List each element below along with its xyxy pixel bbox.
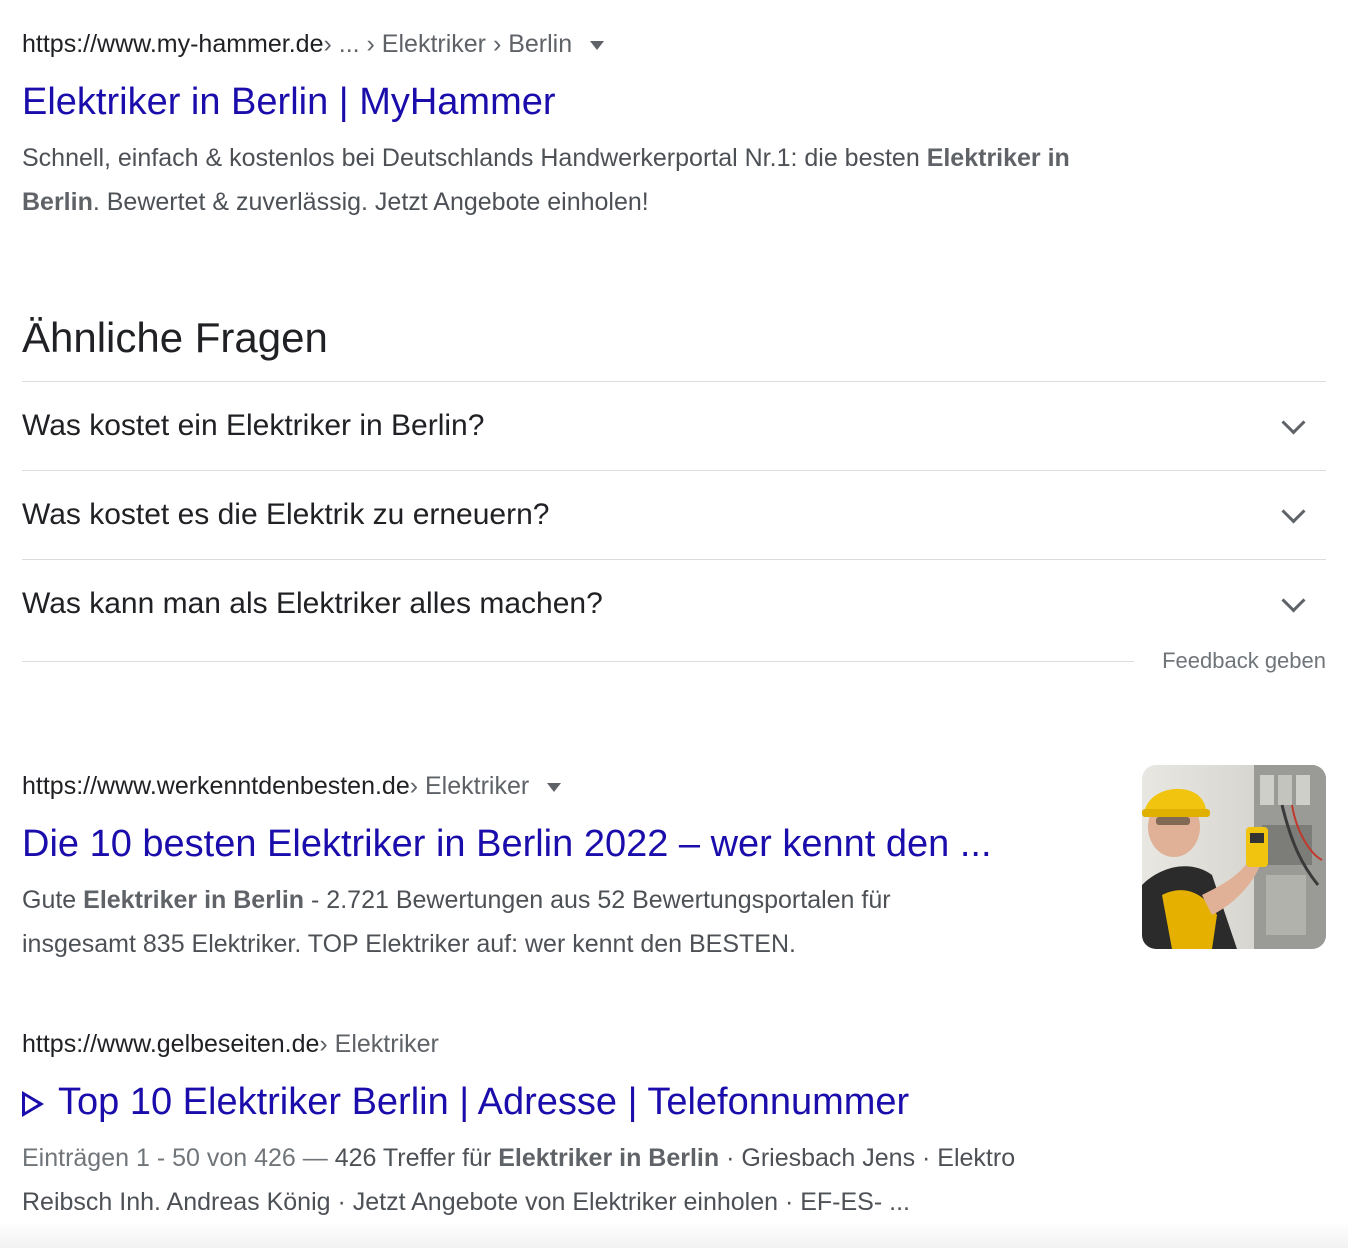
- question-text: Was kostet es die Elektrik zu erneuern?: [22, 498, 550, 531]
- related-question-3[interactable]: Was kann man als Elektriker alles machen…: [22, 559, 1326, 648]
- result-domain: https://www.gelbeseiten.de: [22, 1030, 320, 1058]
- search-result-gelbeseiten: https://www.gelbeseiten.de › Elektriker …: [22, 1028, 1015, 1224]
- result-url[interactable]: https://www.gelbeseiten.de › Elektriker: [22, 1028, 1015, 1060]
- more-options-caret-icon[interactable]: [590, 40, 605, 50]
- chevron-down-icon: [1281, 498, 1306, 524]
- chevron-down-icon: [1281, 587, 1306, 613]
- result-breadcrumb: › ... › Elektriker › Berlin: [323, 30, 573, 58]
- question-text: Was kostet ein Elektriker in Berlin?: [22, 409, 485, 442]
- result-snippet: Einträgen 1 - 50 von 426 — 426 Treffer f…: [22, 1144, 1016, 1216]
- feedback-link[interactable]: Feedback geben: [1162, 648, 1326, 674]
- related-questions-footer: Feedback geben: [22, 645, 1326, 677]
- related-question-1[interactable]: Was kostet ein Elektriker in Berlin?: [22, 381, 1326, 470]
- result-title-link[interactable]: Elektriker in Berlin | MyHammer: [22, 78, 1070, 126]
- result-url[interactable]: https://www.my-hammer.de › ... › Elektri…: [22, 28, 1070, 60]
- result-title-link[interactable]: Die 10 besten Elektriker in Berlin 2022 …: [22, 820, 992, 868]
- result-breadcrumb: › Elektriker: [409, 772, 530, 800]
- more-options-caret-icon[interactable]: [547, 782, 562, 792]
- result-thumbnail-electrician[interactable]: [1142, 765, 1326, 949]
- related-question-2[interactable]: Was kostet es die Elektrik zu erneuern?: [22, 470, 1326, 559]
- electrician-photo-image: [1142, 765, 1326, 949]
- chevron-down-icon: [1281, 409, 1306, 435]
- result-url[interactable]: https://www.werkenntdenbesten.de › Elekt…: [22, 770, 992, 802]
- bottom-scroll-fade: [0, 1222, 1348, 1248]
- related-questions-list: Was kostet ein Elektriker in Berlin? Was…: [22, 381, 1326, 648]
- search-result-werkenntdenbesten: https://www.werkenntdenbesten.de › Elekt…: [22, 770, 992, 966]
- question-text: Was kann man als Elektriker alles machen…: [22, 587, 603, 620]
- divider: [22, 660, 1135, 662]
- result-breadcrumb: › Elektriker: [319, 1030, 439, 1058]
- result-snippet: Schnell, einfach & kostenlos bei Deutsch…: [22, 144, 1070, 216]
- result-title-link[interactable]: Top 10 Elektriker Berlin | Adresse | Tel…: [22, 1078, 1015, 1126]
- related-questions-heading: Ähnliche Fragen: [22, 314, 328, 361]
- search-result-my-hammer: https://www.my-hammer.de › ... › Elektri…: [22, 28, 1070, 224]
- result-domain: https://www.werkenntdenbesten.de: [22, 772, 410, 800]
- result-snippet: Gute Elektriker in Berlin - 2.721 Bewert…: [22, 886, 891, 958]
- result-domain: https://www.my-hammer.de: [22, 30, 324, 58]
- play-triangle-icon: [22, 1091, 44, 1117]
